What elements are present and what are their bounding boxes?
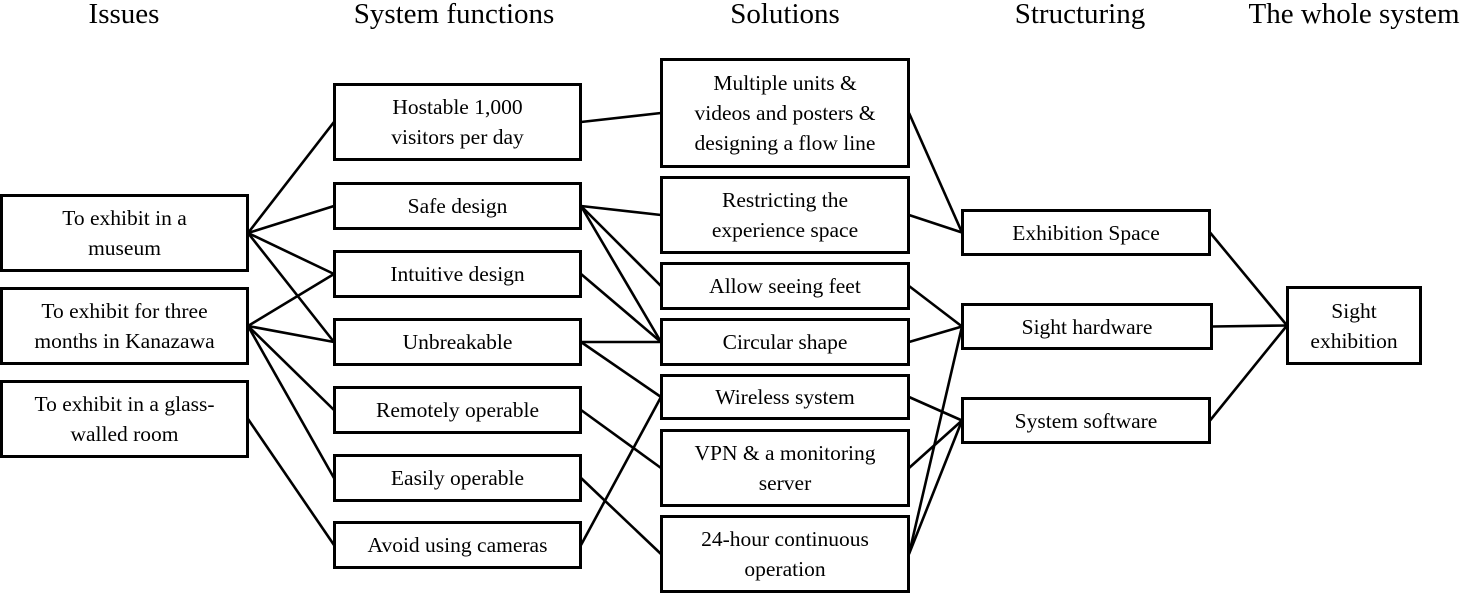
edge-f1-s1 — [580, 111, 662, 124]
function-node-safe-design: Safe design — [333, 182, 582, 230]
whole-system-node-sight-exhibition: Sight exhibition — [1286, 286, 1422, 365]
edge-i1-f2 — [247, 204, 335, 235]
solution-node-circular-shape: Circular shape — [660, 318, 910, 366]
edge-f3-s4 — [580, 273, 662, 343]
edge-i1-f4 — [246, 232, 336, 343]
edge-s5-t3 — [908, 395, 963, 422]
edge-f2-s2 — [580, 204, 662, 217]
function-node-easily-operable: Easily operable — [333, 454, 582, 502]
solution-node-multiple-units: Multiple units & videos and posters & de… — [660, 58, 910, 168]
edge-t2-w1 — [1211, 324, 1288, 328]
issue-node-museum: To exhibit in a museum — [0, 194, 249, 272]
edge-f4-s5 — [580, 340, 662, 399]
solution-node-wireless-system: Wireless system — [660, 374, 910, 420]
issue-node-three-months-kanazawa: To exhibit for three months in Kanazawa — [0, 287, 249, 365]
edge-i1-f1 — [246, 121, 336, 234]
edge-s4-t2 — [908, 325, 963, 344]
solution-node-restricting-space: Restricting the experience space — [660, 176, 910, 254]
structuring-node-sight-hardware: Sight hardware — [961, 303, 1213, 350]
edge-t3-w1 — [1208, 324, 1289, 422]
issue-node-glass-walled-room: To exhibit in a glass- walled room — [0, 380, 249, 458]
edge-s1-t1 — [907, 112, 964, 234]
solution-node-vpn-monitoring: VPN & a monitoring server — [660, 429, 910, 507]
edge-s6-t3 — [908, 419, 963, 469]
edge-i1-f3 — [247, 231, 335, 276]
edge-f6-s7 — [580, 477, 662, 555]
edge-t1-w1 — [1208, 231, 1289, 327]
edge-i2-f3 — [247, 272, 335, 328]
function-node-avoid-cameras: Avoid using cameras — [333, 521, 582, 569]
solution-node-allow-seeing-feet: Allow seeing feet — [660, 262, 910, 310]
solution-node-24-hour-operation: 24-hour continuous operation — [660, 515, 910, 593]
flow-diagram: Issues System functions Solutions Struct… — [0, 0, 1475, 594]
edge-i3-f7 — [246, 418, 336, 546]
structuring-node-exhibition-space: Exhibition Space — [961, 209, 1211, 256]
function-node-intuitive-design: Intuitive design — [333, 250, 582, 298]
edge-s3-t2 — [908, 284, 963, 328]
structuring-node-system-software: System software — [961, 397, 1211, 444]
function-node-remotely-operable: Remotely operable — [333, 386, 582, 434]
function-node-hostable-visitors: Hostable 1,000 visitors per day — [333, 83, 582, 161]
edge-i2-f6 — [246, 325, 336, 479]
function-node-unbreakable: Unbreakable — [333, 318, 582, 366]
